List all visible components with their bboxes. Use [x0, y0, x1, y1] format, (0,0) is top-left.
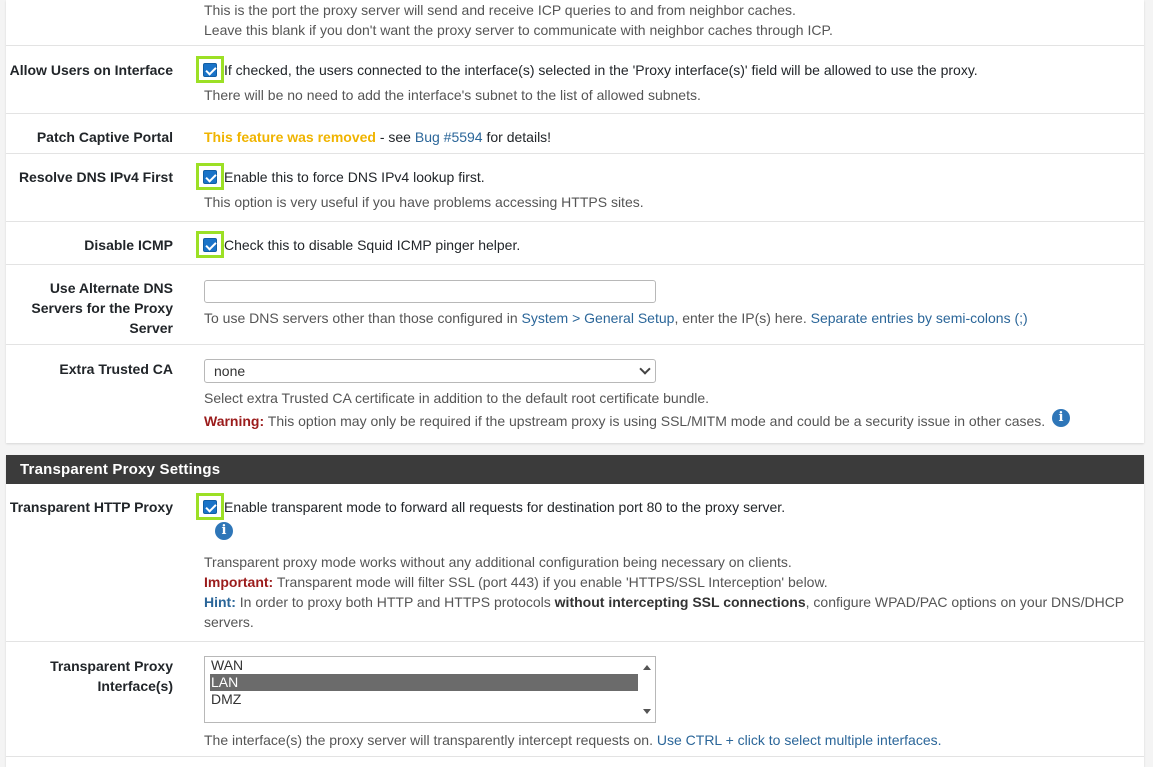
patch-captive-label: Patch Captive Portal — [36, 129, 173, 145]
transparent-iface-label: Transparent Proxy Interface(s) — [6, 656, 173, 696]
alt-dns-label-line2: Servers for the Proxy — [31, 300, 173, 316]
iface-label-line1: Transparent Proxy — [50, 658, 173, 674]
transparent-iface-help: The interface(s) the proxy server will t… — [204, 730, 1136, 750]
checkbox-checked-icon — [203, 170, 217, 184]
resolve-dns-label: Resolve DNS IPv4 First — [18, 169, 173, 185]
ctrl-click-link[interactable]: Use CTRL + click to select multiple inte… — [657, 732, 942, 748]
allow-users-label: Allow Users on Interface — [9, 62, 173, 78]
transparent-http-row: Transparent HTTP Proxy Enable transparen… — [6, 484, 1144, 641]
proxy-settings-panel: This is the port the proxy server will s… — [6, 0, 1144, 443]
extra-ca-select[interactable]: none — [204, 359, 656, 383]
interface-option-dmz[interactable]: DMZ — [205, 691, 633, 708]
hint-text2: , configure WPAD/PAC options on your DNS… — [805, 594, 1125, 610]
hint-label: Hint: — [204, 594, 236, 610]
checkbox-checked-icon — [203, 500, 217, 514]
warning-label: Warning: — [204, 413, 265, 429]
icp-port-row: This is the port the proxy server will s… — [6, 0, 1144, 45]
hint-text3: servers. — [204, 614, 254, 630]
alt-dns-row: Use Alternate DNS Servers for the Proxy … — [6, 264, 1144, 344]
important-label: Important: — [204, 574, 274, 590]
transparent-http-label: Transparent HTTP Proxy — [9, 499, 173, 515]
transparent-iface-row: Transparent Proxy Interface(s) WAN LAN D… — [6, 641, 1144, 756]
disable-icmp-row: Disable ICMP Check this to disable Squid… — [6, 221, 1144, 264]
next-row — [6, 756, 1144, 767]
alt-dns-help-prefix: To use DNS servers other than those conf… — [204, 310, 522, 326]
scroll-down-icon[interactable] — [643, 709, 651, 714]
allow-users-text: If checked, the users connected to the i… — [224, 62, 978, 78]
details-text: for details! — [482, 129, 552, 145]
section-title: Transparent Proxy Settings — [6, 455, 1144, 484]
see-text: - see — [375, 129, 415, 145]
resolve-dns-help: This option is very useful if you have p… — [204, 194, 644, 210]
allow-users-help: There will be no need to add the interfa… — [204, 87, 701, 103]
important-text: Transparent mode will filter SSL (port 4… — [273, 574, 828, 590]
extra-ca-help: Select extra Trusted CA certificate in a… — [204, 390, 710, 406]
patch-captive-row: Patch Captive Portal This feature was re… — [6, 113, 1144, 153]
interface-option-lan[interactable]: LAN — [210, 674, 638, 691]
disable-icmp-label: Disable ICMP — [84, 237, 173, 253]
extra-ca-row: Extra Trusted CA none Select extra Trust… — [6, 344, 1144, 443]
hint-text1: In order to proxy both HTTP and HTTPS pr… — [235, 594, 555, 610]
iface-help-prefix: The interface(s) the proxy server will t… — [204, 732, 657, 748]
extra-ca-selected: none — [214, 363, 246, 379]
disable-icmp-text: Check this to disable Squid ICMP pinger … — [224, 237, 521, 253]
warning-text: This option may only be required if the … — [264, 413, 1046, 429]
resolve-dns-row: Resolve DNS IPv4 First Enable this to fo… — [6, 153, 1144, 221]
listbox-scrollbar[interactable] — [639, 657, 655, 722]
resolve-dns-text: Enable this to force DNS IPv4 lookup fir… — [224, 169, 485, 185]
alt-dns-input[interactable] — [204, 280, 656, 303]
alt-dns-help: To use DNS servers other than those conf… — [204, 308, 1136, 328]
icp-help-line2: Leave this blank if you don't want the p… — [204, 22, 833, 38]
transparent-http-checkbox[interactable] — [196, 493, 224, 520]
extra-ca-warning: Warning: This option may only be require… — [204, 411, 1136, 431]
transparent-proxy-panel: Transparent Proxy Settings Transparent H… — [6, 455, 1144, 767]
interface-option-wan[interactable]: WAN — [205, 657, 633, 674]
checkbox-checked-icon — [203, 238, 217, 252]
transparent-http-text: Enable transparent mode to forward all r… — [224, 499, 786, 515]
info-icon[interactable]: i — [1052, 409, 1070, 427]
iface-label-line2: Interface(s) — [97, 678, 173, 694]
checkbox-checked-icon — [203, 63, 217, 77]
alt-dns-label: Use Alternate DNS Servers for the Proxy … — [6, 278, 173, 338]
bug-link[interactable]: Bug #5594 — [415, 129, 483, 145]
icp-port-help: This is the port the proxy server will s… — [204, 0, 1136, 40]
scroll-up-icon[interactable] — [643, 665, 651, 670]
important-line: Important: Transparent mode will filter … — [204, 572, 1136, 592]
transparent-help-line: Transparent proxy mode works without any… — [204, 554, 792, 570]
chevron-down-icon — [639, 363, 651, 375]
separate-entries-link[interactable]: Separate entries by semi-colons (;) — [811, 310, 1028, 326]
hint-line: Hint: In order to proxy both HTTP and HT… — [204, 592, 1136, 612]
allow-users-checkbox[interactable] — [196, 56, 224, 83]
patch-captive-value: This feature was removed - see Bug #5594… — [204, 127, 1136, 147]
alt-dns-label-line3: Server — [129, 320, 173, 336]
icp-help-line1: This is the port the proxy server will s… — [204, 2, 796, 18]
disable-icmp-checkbox[interactable] — [196, 231, 224, 258]
alt-dns-help-mid: , enter the IP(s) here. — [674, 310, 811, 326]
interface-listbox[interactable]: WAN LAN DMZ — [204, 656, 656, 723]
feature-removed-text: This feature was removed — [204, 129, 376, 145]
allow-users-row: Allow Users on Interface If checked, the… — [6, 45, 1144, 113]
hint-bold: without intercepting SSL connections — [554, 594, 806, 610]
info-icon[interactable]: i — [215, 522, 233, 540]
extra-ca-label: Extra Trusted CA — [59, 361, 173, 377]
transparent-http-help: Transparent proxy mode works without any… — [204, 552, 1136, 632]
resolve-dns-checkbox[interactable] — [196, 163, 224, 190]
alt-dns-label-line1: Use Alternate DNS — [49, 280, 173, 296]
general-setup-link[interactable]: System > General Setup — [522, 310, 675, 326]
